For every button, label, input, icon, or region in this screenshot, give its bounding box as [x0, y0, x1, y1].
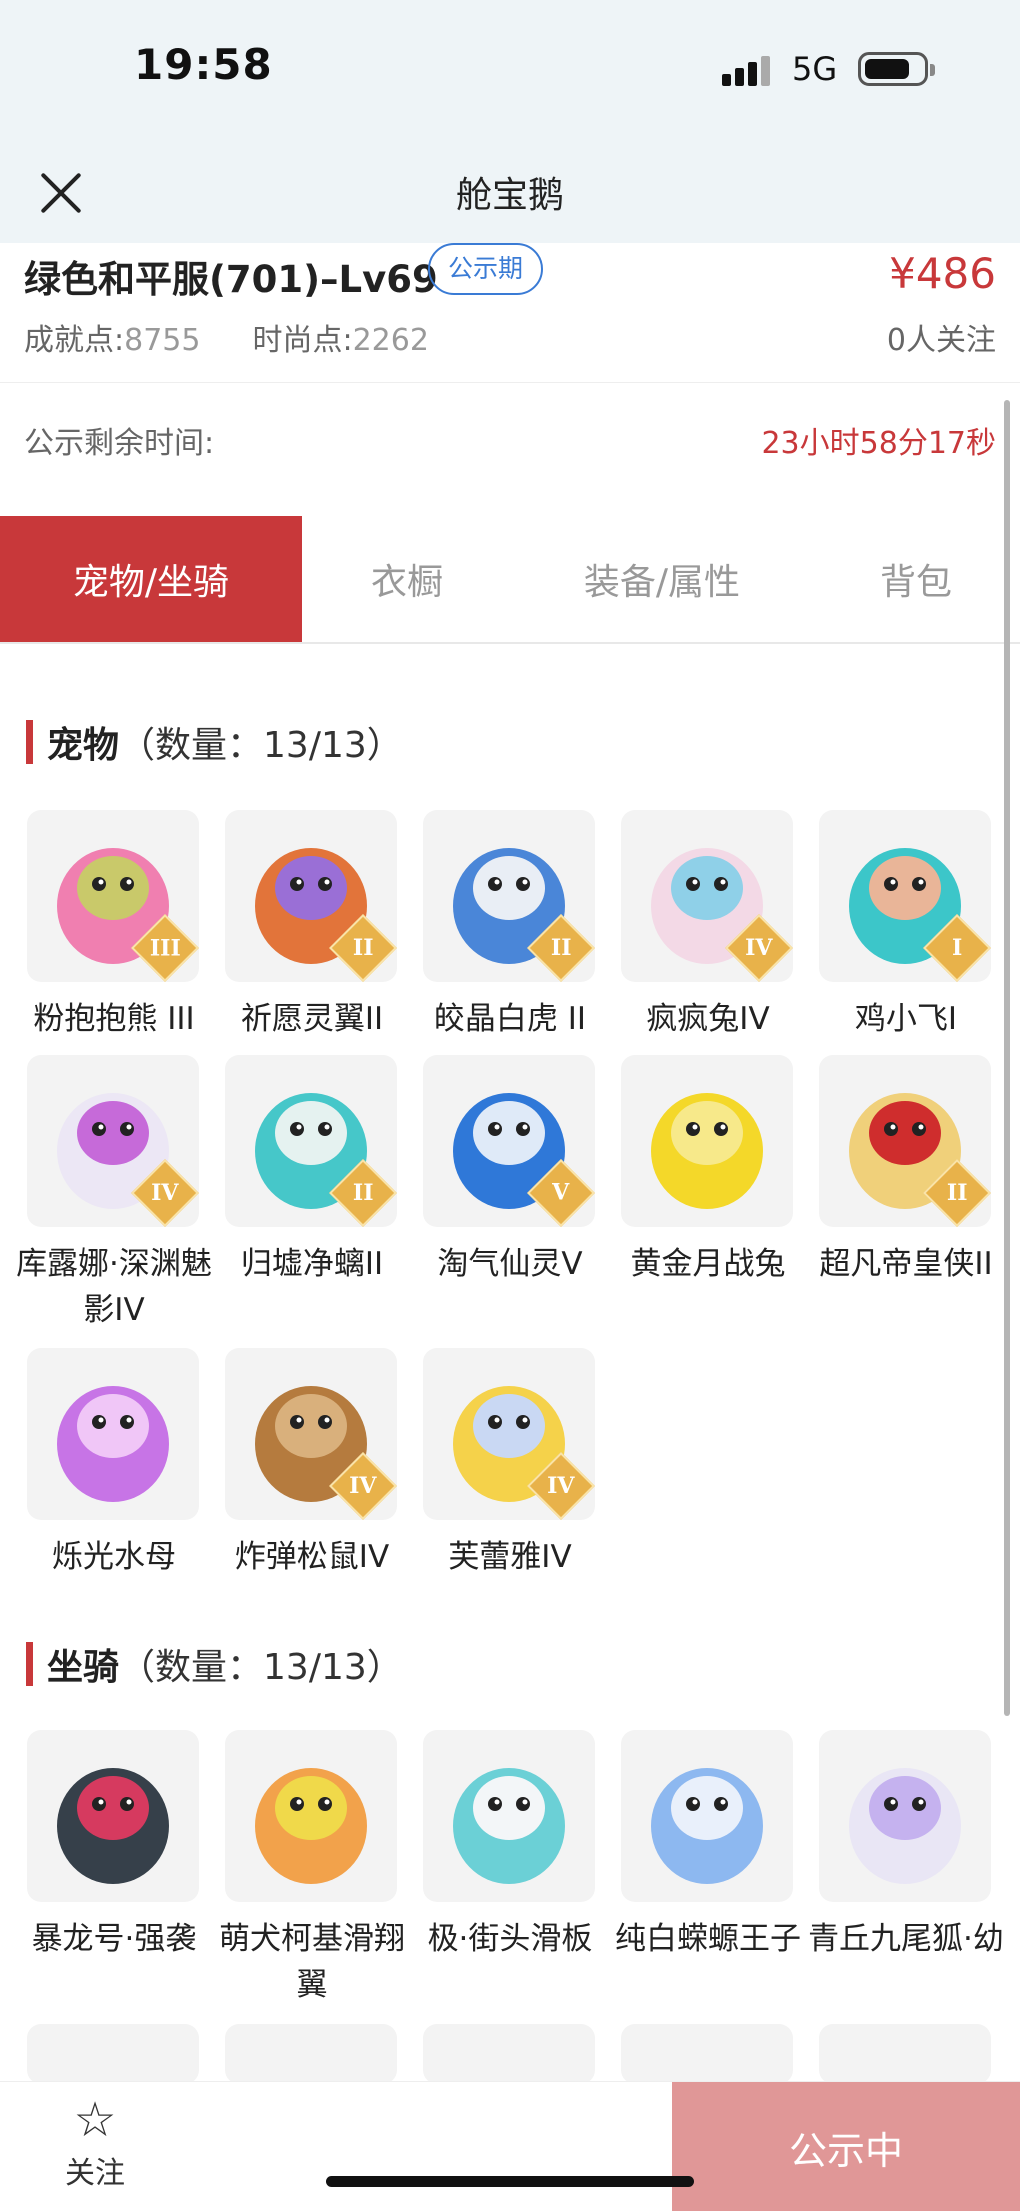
item-thumbnail[interactable]: IV: [225, 1348, 397, 1520]
status-badge: 公示期: [428, 243, 544, 295]
price: ¥486: [889, 249, 996, 298]
item-label: 库露娜·深渊魅影IV: [16, 1246, 212, 1328]
list-item[interactable]: [27, 2024, 199, 2084]
countdown-label: 公示剩余时间:: [24, 426, 215, 461]
item-thumbnail[interactable]: I: [819, 810, 991, 982]
grade-text: II: [352, 935, 374, 961]
status-time: 19:58: [134, 40, 273, 89]
item-summary: 绿色和平服(701)–Lv69 公示期 ¥486 成就点:8755 时尚点:226…: [0, 243, 1020, 383]
skateboard-icon: [453, 1768, 565, 1884]
tab-equipment[interactable]: 装备/属性: [512, 516, 812, 642]
countdown-row: 公示剩余时间: 23小时58分17秒: [0, 384, 1020, 494]
grade-text: IV: [547, 1473, 575, 1499]
star-icon: ☆: [73, 2092, 117, 2148]
list-item[interactable]: [423, 2024, 595, 2084]
grade-text: II: [352, 1180, 374, 1206]
signal-icon: [722, 56, 778, 86]
item-label: 祈愿灵翼II: [240, 1001, 384, 1037]
tab-bar: 宠物/坐骑 衣橱 装备/属性 背包: [0, 516, 1020, 644]
achievement-label: 成就点:: [24, 323, 125, 358]
item-thumbnail[interactable]: II: [225, 810, 397, 982]
item-thumbnail[interactable]: IV: [27, 1055, 199, 1227]
network-type: 5G: [792, 50, 838, 88]
scrollbar[interactable]: [1004, 400, 1010, 1716]
grade-text: III: [149, 935, 181, 961]
item-label: 淘气仙灵V: [437, 1246, 583, 1282]
item-thumbnail[interactable]: [819, 1730, 991, 1902]
item-thumbnail[interactable]: V: [423, 1055, 595, 1227]
section-count: （数量：13/13）: [119, 1647, 403, 1688]
jellyfish-icon: [57, 1386, 169, 1502]
corgi-glider-icon: [255, 1768, 367, 1884]
item-thumbnail[interactable]: II: [819, 1055, 991, 1227]
item-thumbnail[interactable]: [27, 1348, 199, 1520]
tab-backpack[interactable]: 背包: [812, 516, 1020, 642]
white-axolotl-icon: [651, 1768, 763, 1884]
list-item[interactable]: [819, 2024, 991, 2084]
grade-text: IV: [349, 1473, 377, 1499]
list-item[interactable]: [225, 2024, 397, 2084]
item-label: 暴龙号·强袭: [31, 1921, 197, 1957]
golden-rabbit-icon: [651, 1093, 763, 1209]
item-thumbnail[interactable]: II: [423, 810, 595, 982]
grade-text: II: [550, 935, 572, 961]
item-thumbnail[interactable]: IV: [621, 810, 793, 982]
nine-tail-fox-icon: [849, 1768, 961, 1884]
tab-wardrobe[interactable]: 衣橱: [302, 516, 512, 642]
item-thumbnail[interactable]: [225, 1730, 397, 1902]
home-indicator: [326, 2176, 694, 2187]
item-label: 青丘九尾狐·幼: [808, 1921, 1004, 1957]
section-count: （数量：13/13）: [119, 725, 403, 766]
item-label: 极·街头滑板: [427, 1921, 593, 1957]
item-thumbnail[interactable]: [621, 1055, 793, 1227]
item-label: 皎晶白虎 II: [433, 1001, 587, 1037]
mounts-section-header: 坐骑 （数量：13/13）: [26, 1640, 403, 1688]
item-label: 鸡小飞I: [854, 1001, 958, 1037]
item-thumbnail[interactable]: [423, 1730, 595, 1902]
pets-section-header: 宠物 （数量：13/13）: [26, 718, 403, 766]
item-title: 绿色和平服(701)–Lv69: [24, 258, 438, 301]
mech-dinosaur-icon: [57, 1768, 169, 1884]
grade-text: II: [946, 1180, 968, 1206]
section-title: 坐骑: [47, 1647, 120, 1688]
item-label: 超凡帝皇侠II: [819, 1246, 993, 1282]
item-thumbnail[interactable]: [27, 1730, 199, 1902]
item-label: 黄金月战兔: [630, 1246, 786, 1282]
item-label: 粉抱抱熊 III: [33, 1001, 195, 1037]
countdown-value: 23小时58分17秒: [761, 426, 996, 461]
item-label: 芙蕾雅IV: [448, 1539, 572, 1575]
item-thumbnail[interactable]: II: [225, 1055, 397, 1227]
header-bar: 19:58 5G 舱宝鹅: [0, 0, 1020, 243]
item-label: 炸弹松鼠IV: [234, 1539, 390, 1575]
grade-text: V: [552, 1179, 570, 1206]
grade-text: IV: [151, 1180, 179, 1206]
section-title: 宠物: [47, 725, 120, 766]
grade-text: I: [951, 934, 963, 961]
page-title: 舱宝鹅: [455, 175, 564, 216]
follow-label: 关注: [65, 2156, 125, 2191]
list-item[interactable]: [621, 2024, 793, 2084]
follower-count: 0人关注: [886, 323, 996, 358]
follow-button[interactable]: ☆ 关注: [40, 2092, 150, 2202]
item-label: 萌犬柯基滑翔翼: [219, 1921, 405, 2003]
achievement-value: 8755: [124, 323, 201, 358]
grade-text: IV: [745, 935, 773, 961]
item-label: 疯疯兔IV: [646, 1001, 770, 1037]
item-label: 归墟净螭II: [240, 1246, 384, 1282]
tab-pets-mounts[interactable]: 宠物/坐骑: [0, 516, 302, 642]
item-thumbnail[interactable]: [621, 1730, 793, 1902]
publicity-status-button[interactable]: 公示中: [672, 2082, 1020, 2211]
fashion-value: 2262: [352, 323, 429, 358]
battery-icon: [858, 52, 935, 86]
fashion-label: 时尚点:: [252, 323, 353, 358]
item-thumbnail[interactable]: III: [27, 810, 199, 982]
item-thumbnail[interactable]: IV: [423, 1348, 595, 1520]
item-stats: 成就点:8755 时尚点:2262: [24, 315, 429, 359]
item-label: 烁光水母: [52, 1539, 176, 1575]
item-label: 纯白蝾螈王子: [615, 1921, 801, 1957]
bottom-action-bar: ☆ 关注 公示中: [0, 2081, 1020, 2211]
